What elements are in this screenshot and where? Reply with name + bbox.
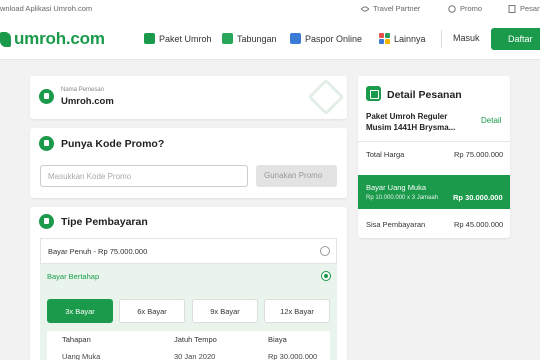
box-icon bbox=[144, 33, 155, 44]
nav-lainnya-label: Lainnya bbox=[394, 33, 426, 44]
top-strip: wnload Aplikasi Umroh.com Travel Partner… bbox=[0, 0, 540, 17]
package-name: Paket Umroh Reguler Musim 1441H Brysma..… bbox=[366, 112, 456, 132]
document-icon bbox=[366, 86, 381, 101]
divider bbox=[358, 141, 510, 142]
remaining-label: Sisa Pembayaran bbox=[366, 220, 426, 229]
promo-tag-icon bbox=[448, 4, 456, 13]
customer-name-label: Nama Pemesan bbox=[61, 87, 105, 93]
down-payment-label: Bayar Uang Muka bbox=[366, 183, 427, 192]
total-price-value: Rp 75.000.000 bbox=[454, 150, 504, 159]
installment-12x-button[interactable]: 12x Bayar bbox=[264, 299, 330, 323]
logo-text: umroh.com bbox=[14, 29, 105, 48]
nav-tabungan[interactable]: Tabungan bbox=[222, 33, 277, 44]
promo-link[interactable]: Promo bbox=[448, 4, 482, 13]
package-detail-link[interactable]: Detail bbox=[481, 116, 501, 125]
installment-9x-button[interactable]: 9x Bayar bbox=[192, 299, 258, 323]
masuk-link[interactable]: Masuk bbox=[453, 33, 480, 43]
order-detail-title: Detail Pesanan bbox=[387, 89, 462, 101]
table-header-biaya: Biaya bbox=[268, 335, 287, 344]
handshake-icon bbox=[360, 5, 370, 13]
promo-code-input[interactable]: Masukkan Kode Promo bbox=[40, 165, 248, 187]
promo-title: Punya Kode Promo? bbox=[61, 138, 165, 150]
promo-icon bbox=[39, 136, 54, 151]
pay-installment-label: Bayar Bertahap bbox=[47, 272, 100, 281]
pesanan-label: Pesan bbox=[520, 4, 540, 13]
nav-paspor-online-label: Paspor Online bbox=[305, 33, 363, 44]
payment-title: Tipe Pembayaran bbox=[61, 216, 148, 228]
table-cell-tahapan: Uang Muka bbox=[62, 352, 101, 360]
nav-paspor-online[interactable]: Paspor Online bbox=[290, 33, 362, 44]
nav-tabungan-label: Tabungan bbox=[237, 33, 277, 44]
travel-partner-link[interactable]: Travel Partner bbox=[360, 4, 421, 13]
down-payment-band bbox=[358, 175, 510, 209]
pay-full-label: Bayar Penuh - Rp 75.000.000 bbox=[48, 247, 148, 256]
logo[interactable]: umroh.com bbox=[0, 29, 105, 49]
passport-icon bbox=[290, 33, 301, 44]
travel-partner-label: Travel Partner bbox=[373, 4, 421, 13]
table-header-jatuh-tempo: Jatuh Tempo bbox=[174, 335, 217, 344]
installment-3x-button[interactable]: 3x Bayar bbox=[47, 299, 113, 323]
navbar: umroh.com Paket Umroh Tabungan Paspor On… bbox=[0, 17, 540, 60]
daftar-button[interactable]: Daftar bbox=[491, 28, 540, 50]
total-price-label: Total Harga bbox=[366, 150, 405, 159]
use-promo-button[interactable]: Gunakan Promo bbox=[256, 165, 337, 187]
grid-icon bbox=[379, 33, 390, 44]
table-header-tahapan: Tahapan bbox=[62, 335, 91, 344]
pay-installment-option[interactable]: Bayar Bertahap bbox=[40, 264, 337, 290]
customer-name-value: Umroh.com bbox=[61, 96, 114, 107]
pesanan-link[interactable]: Pesan bbox=[508, 4, 540, 13]
pay-installment-radio[interactable] bbox=[321, 271, 331, 281]
installment-6x-button[interactable]: 6x Bayar bbox=[119, 299, 185, 323]
nav-paket-umroh[interactable]: Paket Umroh bbox=[144, 33, 212, 44]
pay-full-option[interactable]: Bayar Penuh - Rp 75.000.000 bbox=[40, 238, 337, 264]
nav-paket-umroh-label: Paket Umroh bbox=[159, 33, 212, 44]
logo-mark-icon bbox=[0, 31, 11, 47]
promo-label: Promo bbox=[460, 4, 483, 13]
down-payment-sub: Rp 10.000.000 x 3 Jamaah bbox=[366, 195, 439, 201]
table-cell-biaya: Rp 30.000.000 bbox=[268, 352, 318, 360]
nav-divider bbox=[441, 30, 442, 48]
wallet-icon bbox=[222, 33, 233, 44]
nav-lainnya[interactable]: Lainnya bbox=[379, 33, 426, 44]
user-icon bbox=[39, 89, 54, 104]
remaining-value: Rp 45.000.000 bbox=[454, 220, 504, 229]
pay-full-radio[interactable] bbox=[320, 246, 330, 256]
download-app-link[interactable]: wnload Aplikasi Umroh.com bbox=[0, 4, 92, 13]
receipt-icon bbox=[508, 4, 516, 13]
down-payment-value: Rp 30.000.000 bbox=[453, 193, 503, 202]
table-cell-jatuh-tempo: 30 Jan 2020 bbox=[174, 352, 216, 360]
payment-icon bbox=[39, 214, 54, 229]
